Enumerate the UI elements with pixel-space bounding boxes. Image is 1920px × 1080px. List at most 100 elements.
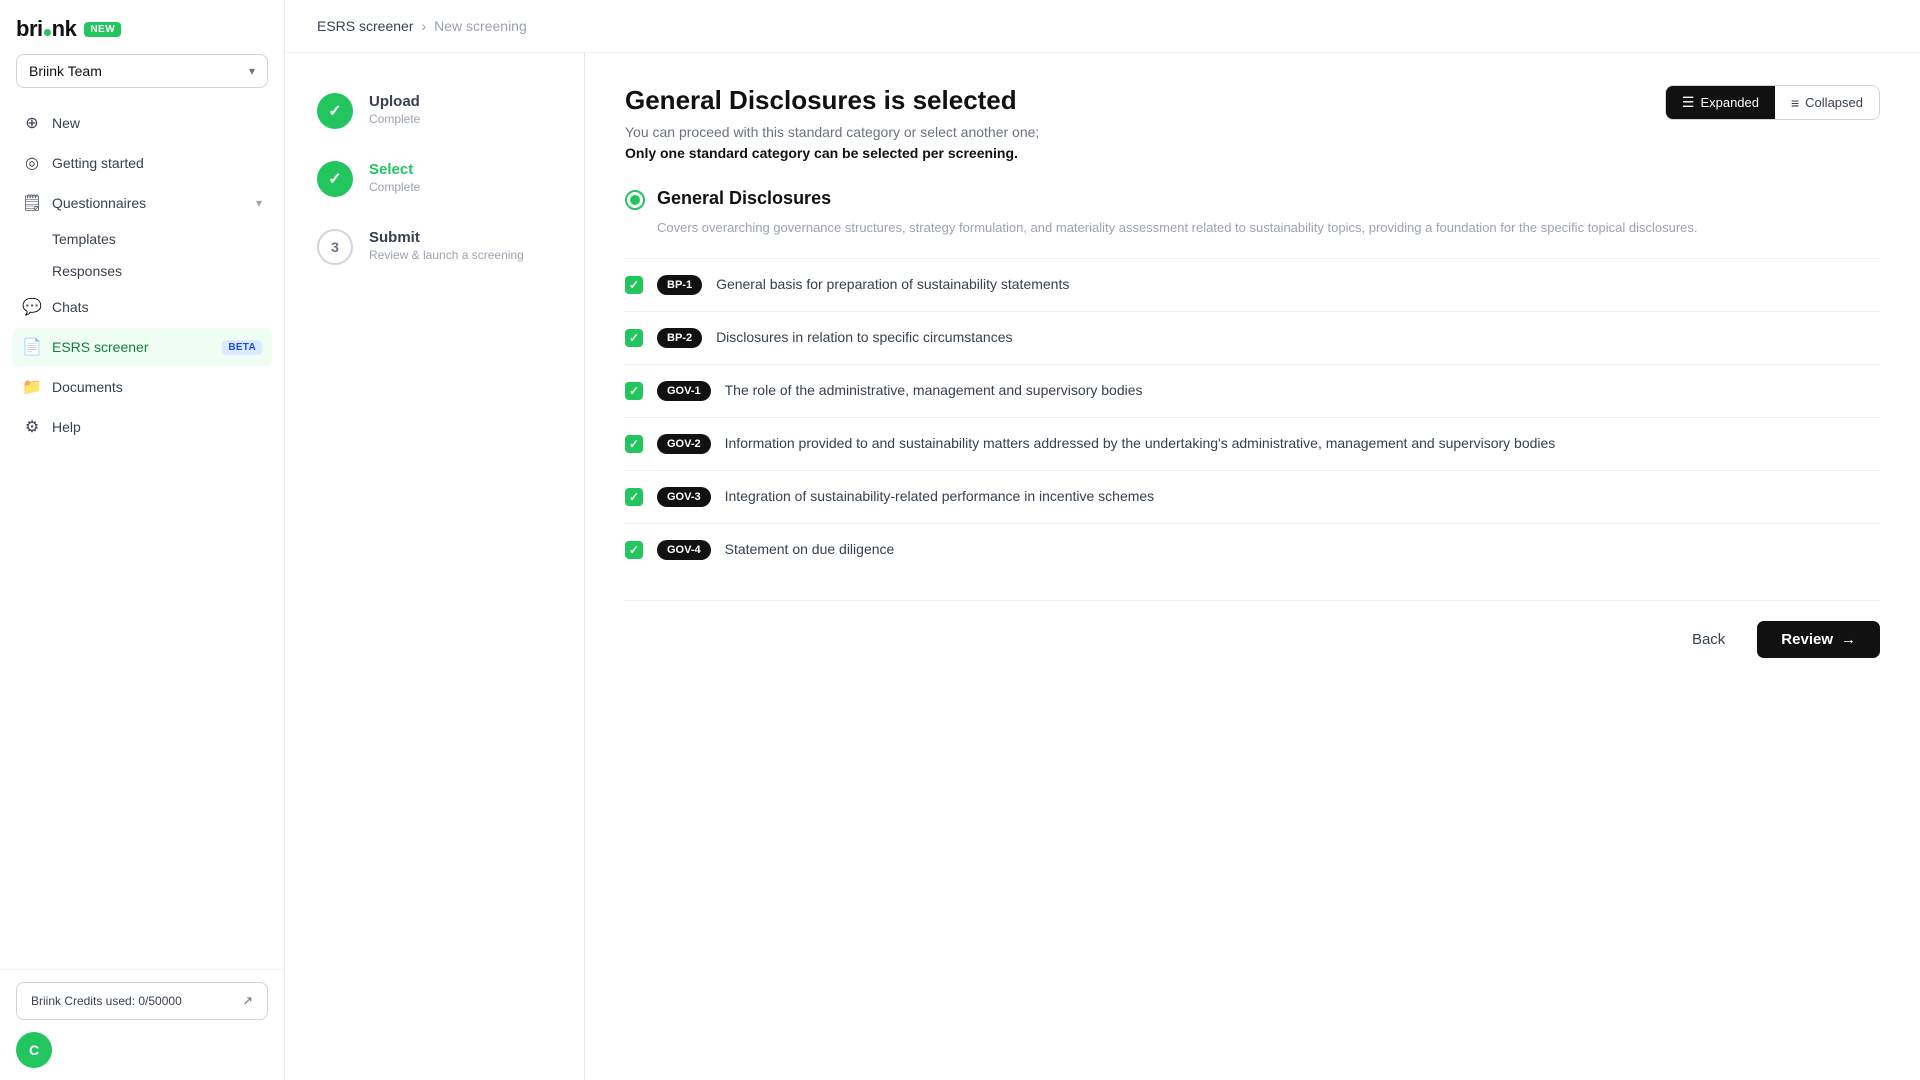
- main-panel: General Disclosures is selected You can …: [585, 53, 1920, 1080]
- esrs-icon: 📄: [22, 337, 42, 357]
- avatar[interactable]: C: [16, 1032, 52, 1068]
- review-button[interactable]: Review →: [1757, 621, 1880, 658]
- breadcrumb: ESRS screener › New screening: [285, 0, 1920, 53]
- credits-box[interactable]: Briink Credits used: 0/50000 ↗: [16, 982, 268, 1020]
- beta-badge: BETA: [222, 340, 262, 355]
- step-submit: 3 Submit Review & launch a screening: [317, 229, 552, 265]
- panel-desc-bold: Only one standard category can be select…: [625, 145, 1018, 161]
- item-tag-bp1: BP-1: [657, 275, 702, 295]
- breadcrumb-current: New screening: [434, 18, 527, 34]
- new-badge: NEW: [84, 22, 121, 37]
- credits-text: Briink Credits used: 0/50000: [31, 994, 182, 1008]
- checkmark-icon: ✓: [629, 543, 639, 557]
- nav-item-help[interactable]: ⚙ Help: [12, 408, 272, 446]
- table-row: ✓ BP-2 Disclosures in relation to specif…: [625, 311, 1880, 364]
- checkmark-icon: ✓: [629, 278, 639, 292]
- sidebar-top: brink NEW Briink Team ▾: [0, 0, 284, 96]
- plus-icon: ⊕: [22, 113, 42, 133]
- sidebar-nav: ⊕ New ◎ Getting started 🗒 Questionnaires…: [0, 96, 284, 969]
- nav-label-new: New: [52, 115, 262, 131]
- step-submit-icon: 3: [317, 229, 353, 265]
- category-radio[interactable]: [625, 190, 645, 210]
- step-select-status: Complete: [369, 180, 420, 194]
- item-checkbox-gov4[interactable]: ✓: [625, 541, 643, 559]
- item-text-bp2: Disclosures in relation to specific circ…: [716, 328, 1012, 348]
- logo-area: brink NEW: [16, 16, 268, 42]
- item-checkbox-bp2[interactable]: ✓: [625, 329, 643, 347]
- collapsed-icon: ≡: [1791, 95, 1799, 111]
- checkmark-icon: ✓: [328, 169, 341, 189]
- view-toggle: ☰ Expanded ≡ Collapsed: [1665, 85, 1880, 120]
- step-submit-title: Submit: [369, 229, 524, 246]
- sidebar-bottom: Briink Credits used: 0/50000 ↗ C: [0, 969, 284, 1080]
- step-upload-status: Complete: [369, 112, 420, 126]
- step-upload-icon: ✓: [317, 93, 353, 129]
- collapsed-view-button[interactable]: ≡ Collapsed: [1775, 86, 1879, 119]
- checkmark-icon: ✓: [629, 384, 639, 398]
- items-list: ✓ BP-1 General basis for preparation of …: [625, 258, 1880, 576]
- item-tag-gov2: GOV-2: [657, 434, 711, 454]
- panel-description: You can proceed with this standard categ…: [625, 122, 1039, 164]
- checkmark-icon: ✓: [629, 437, 639, 451]
- nav-item-getting-started[interactable]: ◎ Getting started: [12, 144, 272, 182]
- nav-item-chats[interactable]: 💬 Chats: [12, 288, 272, 326]
- external-link-icon: ↗: [242, 993, 253, 1009]
- sidebar-item-responses[interactable]: Responses: [42, 256, 272, 286]
- step-submit-number: 3: [331, 239, 339, 255]
- nav-label-questionnaires: Questionnaires: [52, 195, 246, 211]
- page-title: General Disclosures is selected: [625, 85, 1039, 116]
- nav-item-questionnaires[interactable]: 🗒 Questionnaires ▾: [12, 184, 272, 222]
- panel-desc-text: You can proceed with this standard categ…: [625, 124, 1039, 140]
- team-name: Briink Team: [29, 63, 102, 79]
- help-icon: ⚙: [22, 417, 42, 437]
- step-upload: ✓ Upload Complete: [317, 93, 552, 129]
- steps-panel: ✓ Upload Complete ✓ Select Complete: [285, 53, 585, 1080]
- step-select-title: Select: [369, 161, 420, 178]
- breadcrumb-separator: ›: [421, 18, 426, 34]
- team-selector[interactable]: Briink Team ▾: [16, 54, 268, 88]
- avatar-initial: C: [29, 1042, 39, 1058]
- table-row: ✓ BP-1 General basis for preparation of …: [625, 258, 1880, 311]
- arrow-right-icon: →: [1841, 631, 1856, 648]
- item-text-bp1: General basis for preparation of sustain…: [716, 275, 1069, 295]
- step-submit-status: Review & launch a screening: [369, 248, 524, 262]
- item-text-gov2: Information provided to and sustainabili…: [725, 434, 1556, 454]
- item-tag-gov3: GOV-3: [657, 487, 711, 507]
- category-section: General Disclosures Covers overarching g…: [625, 188, 1880, 238]
- item-checkbox-gov3[interactable]: ✓: [625, 488, 643, 506]
- logo: brink: [16, 16, 76, 42]
- item-checkbox-gov2[interactable]: ✓: [625, 435, 643, 453]
- expanded-view-button[interactable]: ☰ Expanded: [1666, 86, 1775, 119]
- category-description: Covers overarching governance structures…: [625, 218, 1880, 238]
- step-select: ✓ Select Complete: [317, 161, 552, 197]
- nav-item-esrs-screener[interactable]: 📄 ESRS screener BETA: [12, 328, 272, 366]
- panel-header-left: General Disclosures is selected You can …: [625, 85, 1039, 164]
- item-checkbox-gov1[interactable]: ✓: [625, 382, 643, 400]
- documents-icon: 📁: [22, 377, 42, 397]
- collapsed-label: Collapsed: [1805, 95, 1863, 110]
- sidebar-item-templates[interactable]: Templates: [42, 224, 272, 254]
- main-area: ESRS screener › New screening ✓ Upload C…: [285, 0, 1920, 1080]
- footer-actions: Back Review →: [625, 600, 1880, 666]
- item-checkbox-bp1[interactable]: ✓: [625, 276, 643, 294]
- panel-header: General Disclosures is selected You can …: [625, 85, 1880, 164]
- getting-started-icon: ◎: [22, 153, 42, 173]
- step-upload-title: Upload: [369, 93, 420, 110]
- item-tag-gov4: GOV-4: [657, 540, 711, 560]
- checkmark-icon: ✓: [328, 101, 341, 121]
- item-text-gov1: The role of the administrative, manageme…: [725, 381, 1143, 401]
- step-select-icon: ✓: [317, 161, 353, 197]
- nav-item-documents[interactable]: 📁 Documents: [12, 368, 272, 406]
- expanded-label: Expanded: [1700, 95, 1759, 110]
- item-tag-bp2: BP-2: [657, 328, 702, 348]
- sub-nav-questionnaires: Templates Responses: [12, 224, 272, 286]
- checkmark-icon: ✓: [629, 490, 639, 504]
- chats-icon: 💬: [22, 297, 42, 317]
- category-name: General Disclosures: [657, 188, 831, 209]
- breadcrumb-parent[interactable]: ESRS screener: [317, 18, 413, 34]
- nav-item-new[interactable]: ⊕ New: [12, 104, 272, 142]
- nav-label-getting-started: Getting started: [52, 155, 262, 171]
- back-button[interactable]: Back: [1672, 621, 1745, 658]
- nav-label-esrs: ESRS screener: [52, 339, 212, 355]
- step-submit-content: Submit Review & launch a screening: [369, 229, 524, 262]
